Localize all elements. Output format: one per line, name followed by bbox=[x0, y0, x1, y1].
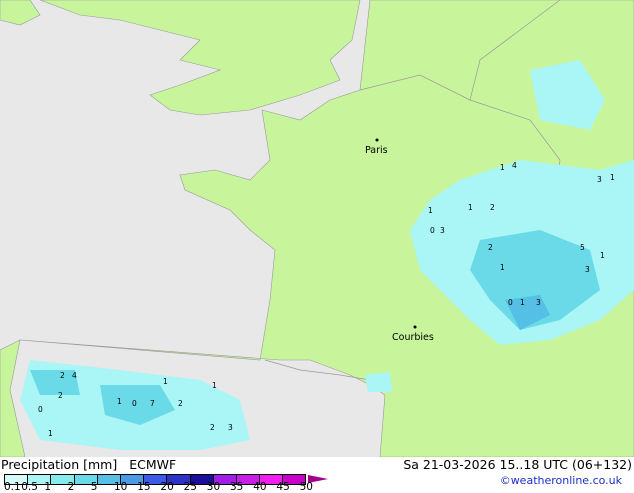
scale-tick-label: 0.5 bbox=[21, 481, 38, 493]
precip-value: 1 bbox=[48, 429, 53, 438]
precip-value: 0 bbox=[508, 298, 513, 307]
precip-value: 2 bbox=[210, 423, 215, 432]
precip-value: 1 bbox=[600, 251, 605, 260]
precip-value: 3 bbox=[440, 226, 445, 235]
precipitation-map: 10 31 21 43 1210 1 35312 41 0 71212 3012 Paris Cou… bbox=[0, 0, 634, 457]
scale-tick-label: 0.1 bbox=[4, 481, 21, 493]
scale-tick-label: 1 bbox=[44, 481, 52, 493]
precip-value: 1 bbox=[163, 377, 168, 386]
precip-value: 3 bbox=[228, 423, 233, 432]
city-marker bbox=[375, 138, 379, 142]
precip-value: 4 bbox=[72, 371, 77, 380]
valid-time: Sa 21-03-2026 15..18 UTC (06+132) bbox=[403, 457, 632, 472]
credit-link[interactable]: ©weatheronline.co.uk bbox=[500, 474, 622, 487]
precip-value: 1 bbox=[468, 203, 473, 212]
scale-tick-label: 45 bbox=[276, 481, 290, 493]
precip-value: 1 bbox=[500, 163, 505, 172]
precip-value: 4 bbox=[512, 161, 517, 170]
precip-value: 2 bbox=[488, 243, 493, 252]
precip-value: 1 bbox=[500, 263, 505, 272]
precip-value: 7 bbox=[150, 399, 155, 408]
precip-value: 5 bbox=[580, 243, 585, 252]
city-label: Paris bbox=[365, 145, 388, 156]
precip-value: 0 bbox=[132, 399, 137, 408]
scale-tick-label: 15 bbox=[137, 481, 151, 493]
scale-tick-label: 10 bbox=[114, 481, 128, 493]
precip-value: 1 bbox=[520, 298, 525, 307]
scale-tick-label: 25 bbox=[183, 481, 197, 493]
precip-value: 2 bbox=[490, 203, 495, 212]
legend-footer: Precipitation [mm] ECMWF Sa 21-03-2026 1… bbox=[0, 457, 634, 493]
city-marker bbox=[413, 325, 417, 329]
precip-value: 3 bbox=[597, 175, 602, 184]
scale-tick-label: 35 bbox=[230, 481, 244, 493]
precip-value: 3 bbox=[536, 298, 541, 307]
precip-value: 2 bbox=[60, 371, 65, 380]
precip-value: 1 bbox=[212, 381, 217, 390]
precip-value: 3 bbox=[585, 265, 590, 274]
precip-value: 2 bbox=[178, 399, 183, 408]
scale-tick-label: 5 bbox=[90, 481, 98, 493]
precip-value: 0 bbox=[430, 226, 435, 235]
precip-value: 2 bbox=[58, 391, 63, 400]
scale-tick-label: 20 bbox=[160, 481, 174, 493]
legend-variable: Precipitation [mm] bbox=[1, 457, 118, 472]
city-label: Courbies bbox=[392, 332, 434, 343]
precip-value: 1 bbox=[610, 173, 615, 182]
scale-tick-label: 40 bbox=[253, 481, 267, 493]
scale-tick-label: 50 bbox=[299, 481, 313, 493]
scale-tick-label: 30 bbox=[206, 481, 221, 493]
legend-model: ECMWF bbox=[129, 457, 177, 472]
precip-value: 1 bbox=[428, 206, 433, 215]
precip-value: 1 bbox=[117, 397, 122, 406]
precip-value: 0 bbox=[38, 405, 43, 414]
legend-title: Precipitation [mm] ECMWF bbox=[1, 457, 184, 472]
scale-tick-label: 2 bbox=[67, 481, 75, 493]
